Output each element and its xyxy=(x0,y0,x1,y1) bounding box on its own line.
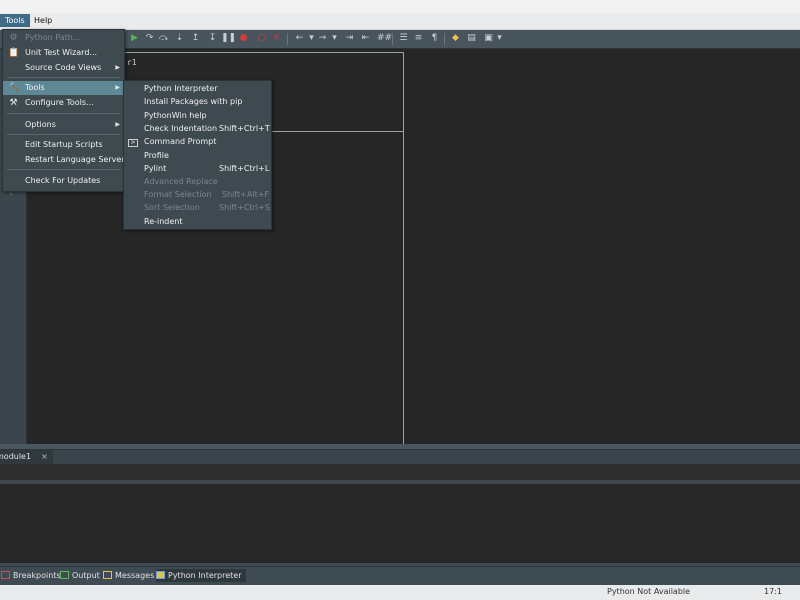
step-icon[interactable]: ⇣ xyxy=(173,32,186,45)
menu-item-options[interactable]: Options ▶ xyxy=(3,118,124,132)
status-bar: Python Not Available 17:1 xyxy=(0,585,800,600)
submenu-item-check-indentation[interactable]: Check Indentation Shift+Ctrl+T xyxy=(124,122,271,136)
submenu-item-python-interpreter[interactable]: Python Interpreter xyxy=(124,82,271,96)
tab-label: module1 xyxy=(0,452,32,461)
step-out-icon[interactable]: ↥ xyxy=(189,32,202,45)
forward-dropdown-icon[interactable]: ▾ xyxy=(328,32,341,45)
tab-output[interactable]: Output xyxy=(60,569,100,582)
breakpoints-icon xyxy=(1,571,10,579)
editor-text: r1 xyxy=(127,58,137,67)
tools-menu: ⚙ Python Path... 📋 Unit Test Wizard... S… xyxy=(2,29,125,192)
layout-dropdown-icon[interactable]: ▾ xyxy=(493,32,506,45)
hammer-icon: 🔨 xyxy=(8,83,20,93)
menu-item-restart-language-server[interactable]: Restart Language Server xyxy=(3,153,125,167)
python-icon xyxy=(156,571,165,579)
window-top-strip xyxy=(0,0,800,13)
menu-item-check-for-updates[interactable]: Check For Updates xyxy=(3,174,124,188)
step-into-icon[interactable]: ↷ xyxy=(143,32,156,45)
submenu-item-re-indent[interactable]: Re-indent xyxy=(124,215,271,229)
submenu-item-install-packages[interactable]: Install Packages with pip xyxy=(124,95,271,109)
shortcut-label: Shift+Ctrl+S xyxy=(219,203,270,212)
submenu-arrow-icon: ▶ xyxy=(115,64,120,71)
tab-label: Python Interpreter xyxy=(168,571,242,580)
editor-horizontal-divider xyxy=(270,131,403,132)
continue-icon[interactable]: ↧ xyxy=(206,32,219,45)
submenu-item-format-selection: Format Selection Shift+Alt+F xyxy=(124,188,271,202)
tab-label: Output xyxy=(72,571,100,580)
cursor-position: 17:1 xyxy=(764,587,782,596)
tool-output-pane[interactable] xyxy=(0,484,800,563)
menu-item-python-path: ⚙ Python Path... xyxy=(9,33,81,43)
menu-tools[interactable]: Tools xyxy=(0,14,30,27)
run-icon[interactable]: ▶ xyxy=(128,32,141,45)
tab-messages[interactable]: Messages xyxy=(103,569,154,582)
messages-icon xyxy=(103,571,112,579)
terminal-icon: > xyxy=(128,139,138,147)
menu-item-unit-test-wizard[interactable]: 📋 Unit Test Wizard... xyxy=(3,46,124,60)
list-icon[interactable]: ☰ xyxy=(397,32,410,45)
shortcut-label: Shift+Ctrl+T xyxy=(219,124,270,133)
tools-submenu: Python Interpreter Install Packages with… xyxy=(123,80,272,230)
pilcrow-icon[interactable]: ¶ xyxy=(428,32,441,45)
menu-help[interactable]: Help xyxy=(29,14,57,27)
submenu-item-pythonwin-help[interactable]: PythonWin help xyxy=(124,109,271,123)
submenu-item-advanced-replace: Advanced Replace xyxy=(144,177,218,186)
keyboard-icon[interactable]: ▤ xyxy=(465,32,478,45)
submenu-item-command-prompt[interactable]: > Command Prompt xyxy=(124,135,271,149)
module-content xyxy=(0,464,800,480)
step-over-icon[interactable]: ⤼ xyxy=(157,32,170,45)
comment-icon[interactable]: ## xyxy=(377,32,392,45)
menu-item-configure-tools[interactable]: ⚒ Configure Tools... xyxy=(3,96,124,110)
clipboard-icon: 📋 xyxy=(8,48,20,58)
tab-label: Breakpoints xyxy=(13,571,61,580)
python-logo-icon[interactable]: ◆ xyxy=(449,32,462,45)
bottom-tabbar: Breakpoints Output Messages Python Inter… xyxy=(0,566,800,584)
menu-item-source-code-views[interactable]: Source Code Views ▶ xyxy=(3,61,124,75)
menu-item-edit-startup-scripts[interactable]: Edit Startup Scripts xyxy=(3,138,124,152)
tab-python-interpreter[interactable]: Python Interpreter xyxy=(156,569,246,582)
submenu-arrow-icon: ▶ xyxy=(115,121,120,128)
submenu-item-sort-selection: Sort Selection Shift+Ctrl+S xyxy=(124,201,271,215)
output-icon xyxy=(60,571,69,579)
indent-icon[interactable]: ⇥ xyxy=(343,32,356,45)
menubar: Tools Help xyxy=(0,13,800,30)
menu-item-tools[interactable]: 🔨 Tools ▶ xyxy=(3,81,124,95)
tab-breakpoints[interactable]: Breakpoints xyxy=(1,569,61,582)
tab-module1[interactable]: module1 × xyxy=(0,450,53,464)
tab-label: Messages xyxy=(115,571,155,580)
clear-breakpoints-icon[interactable]: ✕ xyxy=(270,32,283,45)
tools-icon: ⚒ xyxy=(9,98,18,108)
submenu-item-profile[interactable]: Profile xyxy=(124,149,271,163)
close-icon[interactable]: × xyxy=(41,452,48,461)
pause-icon[interactable]: ❚❚ xyxy=(221,32,236,45)
module-tabbar: module1 × xyxy=(0,449,800,464)
stop-icon[interactable]: ● xyxy=(237,32,250,45)
outdent-icon[interactable]: ⇤ xyxy=(359,32,372,45)
shortcut-label: Shift+Alt+F xyxy=(222,190,270,199)
submenu-item-pylint[interactable]: Pylint Shift+Ctrl+L xyxy=(124,162,271,176)
breakpoint-icon[interactable]: ○ xyxy=(255,32,268,45)
python-path-icon: ⚙ xyxy=(9,33,18,43)
wrap-icon[interactable]: ≡ xyxy=(412,32,425,45)
submenu-arrow-icon: ▶ xyxy=(115,84,120,91)
editor-vertical-divider[interactable] xyxy=(403,52,404,444)
python-status: Python Not Available xyxy=(607,587,691,596)
shortcut-label: Shift+Ctrl+L xyxy=(219,164,270,173)
